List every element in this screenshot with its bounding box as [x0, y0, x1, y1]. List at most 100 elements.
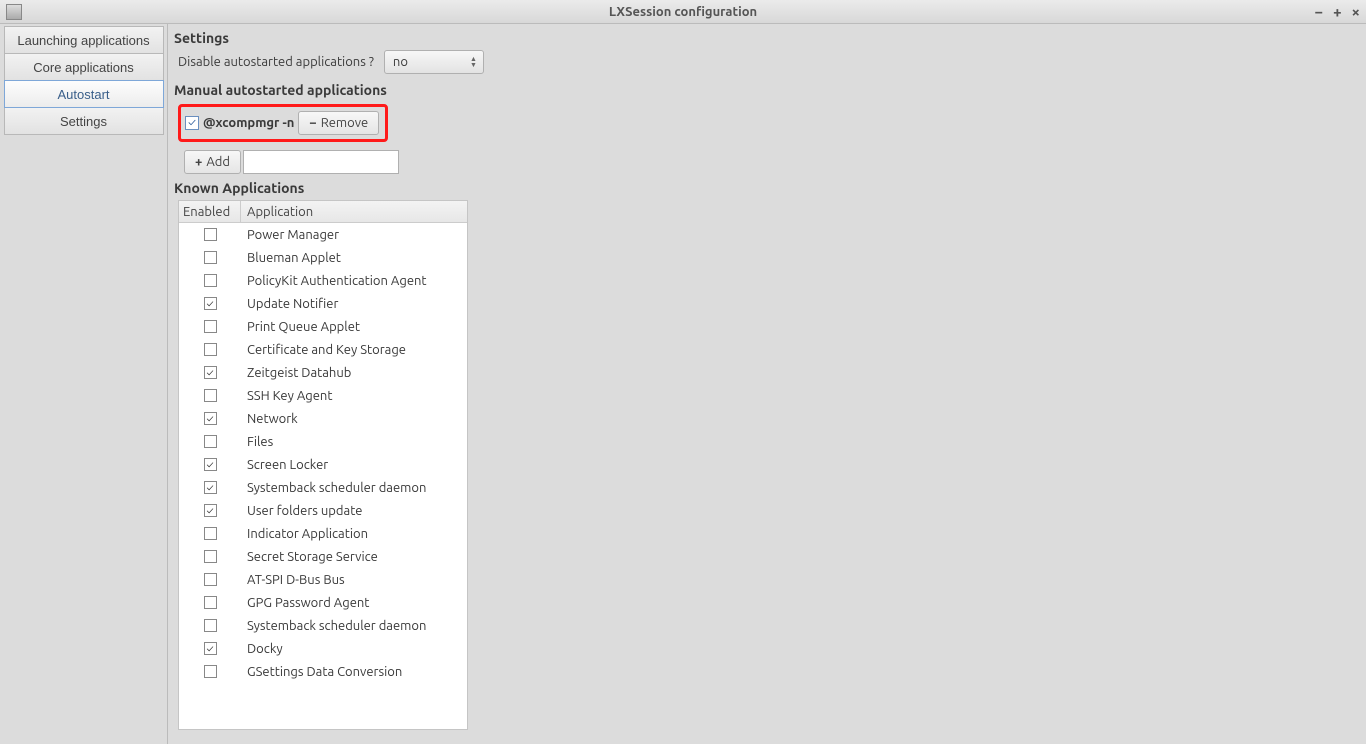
cell-enabled: ✓ — [179, 458, 241, 471]
table-row[interactable]: Blueman Applet — [179, 246, 467, 269]
table-row[interactable]: ✓ Network — [179, 407, 467, 430]
add-input[interactable] — [243, 150, 399, 174]
enabled-checkbox[interactable] — [204, 550, 217, 563]
table-row[interactable]: Indicator Application — [179, 522, 467, 545]
enabled-checkbox[interactable] — [204, 343, 217, 356]
disable-label: Disable autostarted applications ? — [178, 55, 374, 69]
cell-enabled — [179, 527, 241, 540]
cell-enabled: ✓ — [179, 297, 241, 310]
col-application[interactable]: Application — [241, 205, 467, 219]
window-controls: − + × — [1315, 3, 1360, 20]
table-row[interactable]: Systemback scheduler daemon — [179, 614, 467, 637]
table-row[interactable]: Files — [179, 430, 467, 453]
manual-heading: Manual autostarted applications — [174, 82, 1366, 98]
cell-application: GPG Password Agent — [241, 596, 467, 610]
cell-enabled — [179, 320, 241, 333]
add-label: Add — [206, 155, 230, 169]
cell-application: SSH Key Agent — [241, 389, 467, 403]
enabled-checkbox[interactable]: ✓ — [204, 642, 217, 655]
manual-entry-label: @xcompmgr -n — [203, 116, 294, 130]
cell-application: Docky — [241, 642, 467, 656]
table-row[interactable]: ✓Zeitgeist Datahub — [179, 361, 467, 384]
col-enabled[interactable]: Enabled — [179, 201, 241, 222]
enabled-checkbox[interactable] — [204, 274, 217, 287]
known-heading: Known Applications — [174, 180, 1366, 196]
table-row[interactable]: ✓ Docky — [179, 637, 467, 660]
window-title: LXSession configuration — [0, 5, 1366, 19]
table-row[interactable]: ✓ User folders update — [179, 499, 467, 522]
table-row[interactable]: Power Manager — [179, 223, 467, 246]
enabled-checkbox[interactable] — [204, 320, 217, 333]
cell-application: Indicator Application — [241, 527, 467, 541]
table-row[interactable]: ✓Systemback scheduler daemon — [179, 476, 467, 499]
enabled-checkbox[interactable] — [204, 251, 217, 264]
enabled-checkbox[interactable] — [204, 527, 217, 540]
enabled-checkbox[interactable]: ✓ — [204, 504, 217, 517]
table-row[interactable]: GPG Password Agent — [179, 591, 467, 614]
cell-enabled — [179, 550, 241, 563]
sidebar-item-settings[interactable]: Settings — [4, 107, 164, 135]
sidebar-item-core-applications[interactable]: Core applications — [4, 53, 164, 81]
enabled-checkbox[interactable] — [204, 619, 217, 632]
cell-application: Certificate and Key Storage — [241, 343, 467, 357]
plus-icon: + — [195, 155, 202, 169]
enabled-checkbox[interactable] — [204, 665, 217, 678]
table-row[interactable]: ✓ Update Notifier — [179, 292, 467, 315]
table-row[interactable]: Print Queue Applet — [179, 315, 467, 338]
cell-application: User folders update — [241, 504, 467, 518]
enabled-checkbox[interactable]: ✓ — [204, 366, 217, 379]
cell-enabled: ✓ — [179, 412, 241, 425]
close-icon[interactable]: × — [1352, 3, 1360, 20]
enabled-checkbox[interactable]: ✓ — [204, 458, 217, 471]
table-row[interactable]: SSH Key Agent — [179, 384, 467, 407]
cell-application: Blueman Applet — [241, 251, 467, 265]
cell-enabled — [179, 435, 241, 448]
cell-enabled — [179, 228, 241, 241]
table-row[interactable]: Secret Storage Service — [179, 545, 467, 568]
cell-application: PolicyKit Authentication Agent — [241, 274, 467, 288]
table-row[interactable]: ✓Screen Locker — [179, 453, 467, 476]
table-row[interactable]: Certificate and Key Storage — [179, 338, 467, 361]
table-body: Power Manager Blueman Applet PolicyKit Aut… — [179, 223, 467, 683]
enabled-checkbox[interactable] — [204, 389, 217, 402]
table-row[interactable]: GSettings Data Conversion — [179, 660, 467, 683]
enabled-checkbox[interactable] — [204, 435, 217, 448]
titlebar[interactable]: LXSession configuration − + × — [0, 0, 1366, 24]
app-icon — [6, 4, 22, 20]
enabled-checkbox[interactable] — [204, 228, 217, 241]
sidebar-item-launching-applications[interactable]: Launching applications — [4, 26, 164, 54]
settings-heading: Settings — [174, 30, 1366, 46]
table-row[interactable]: PolicyKit Authentication Agent — [179, 269, 467, 292]
spinner-icon: ▲▼ — [470, 56, 477, 68]
remove-button[interactable]: − Remove — [298, 111, 379, 135]
enabled-checkbox[interactable]: ✓ — [204, 481, 217, 494]
cell-application: Update Notifier — [241, 297, 467, 311]
disable-autostart-combo[interactable]: no ▲▼ — [384, 50, 484, 74]
minimize-icon[interactable]: − — [1315, 3, 1323, 20]
window: LXSession configuration − + × Launching … — [0, 0, 1366, 744]
table-header: Enabled Application — [179, 201, 467, 223]
cell-application: Print Queue Applet — [241, 320, 467, 334]
enabled-checkbox[interactable]: ✓ — [204, 412, 217, 425]
sidebar: Launching applicationsCore applicationsA… — [0, 24, 168, 744]
enabled-checkbox[interactable]: ✓ — [204, 297, 217, 310]
sidebar-item-autostart[interactable]: Autostart — [4, 80, 164, 108]
cell-enabled: ✓ — [179, 642, 241, 655]
cell-enabled — [179, 389, 241, 402]
enabled-checkbox[interactable] — [204, 596, 217, 609]
cell-application: Network — [241, 412, 467, 426]
cell-application: GSettings Data Conversion — [241, 665, 467, 679]
cell-enabled — [179, 619, 241, 632]
cell-enabled: ✓ — [179, 366, 241, 379]
cell-application: AT-SPI D-Bus Bus — [241, 573, 467, 587]
enabled-checkbox[interactable] — [204, 573, 217, 586]
known-apps-table: Enabled Application Power Manager Blueman… — [178, 200, 468, 730]
cell-application: Systemback scheduler daemon — [241, 619, 467, 633]
add-button[interactable]: + Add — [184, 150, 241, 174]
cell-enabled — [179, 665, 241, 678]
manual-entry-checkbox[interactable]: ✓ — [185, 116, 199, 130]
cell-enabled: ✓ — [179, 481, 241, 494]
table-row[interactable]: AT-SPI D-Bus Bus — [179, 568, 467, 591]
maximize-icon[interactable]: + — [1333, 3, 1341, 20]
main-panel: Settings Disable autostarted application… — [168, 24, 1366, 744]
